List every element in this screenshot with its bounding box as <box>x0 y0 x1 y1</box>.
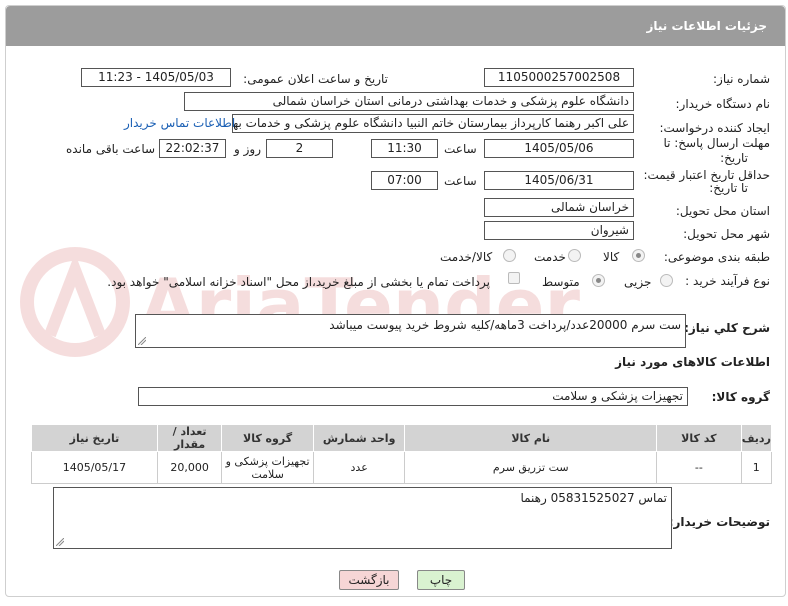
reply-deadline-label-2: تاریخ: <box>720 151 748 165</box>
panel-header: جزئیات اطلاعات نیاز <box>6 6 785 46</box>
process-radio-minor[interactable] <box>660 274 673 287</box>
category-option-goods-service: کالا/خدمت <box>440 250 493 264</box>
print-button[interactable]: چاپ <box>417 570 465 590</box>
resize-grip-icon[interactable] <box>56 538 64 546</box>
cell-group: تجهیزات پزشکی و سلامت <box>221 451 314 484</box>
price-time-label: ساعت <box>444 174 477 188</box>
days-label: روز و <box>234 142 261 156</box>
col-quantity: تعداد / مقدار <box>156 424 223 452</box>
days-remaining-field: 2 <box>266 139 333 158</box>
cell-quantity: 20,000 <box>156 451 223 484</box>
col-unit: واحد شمارش <box>312 424 406 452</box>
category-radio-service[interactable] <box>568 249 581 262</box>
treasury-payment-note: پرداخت تمام یا بخشی از مبلغ خرید،از محل … <box>107 275 490 289</box>
price-date-field: 1405/06/31 <box>484 171 634 190</box>
price-validity-label-2: تا تاریخ: <box>709 181 748 195</box>
goods-group-field: تجهیزات پزشکی و سلامت <box>138 387 688 406</box>
goods-table-header: ردیف کد کالا نام کالا واحد شمارش گروه کا… <box>31 424 773 452</box>
time-remaining-label: ساعت باقی مانده <box>66 142 156 156</box>
cell-name: ست تزریق سرم <box>404 451 658 484</box>
requester-field: علی اکبر رهنما کارپرداز بیمارستان خاتم ا… <box>232 114 634 133</box>
category-label: طبقه بندی موضوعی: <box>663 250 770 264</box>
category-radio-goods-service[interactable] <box>503 249 516 262</box>
province-label: استان محل تحویل: <box>675 204 770 218</box>
cell-unit: عدد <box>312 451 406 484</box>
resize-grip-icon[interactable] <box>138 337 146 345</box>
need-number-label: شماره نیاز: <box>713 72 770 86</box>
process-radio-medium[interactable] <box>592 274 605 287</box>
reply-time-field: 11:30 <box>371 139 438 158</box>
table-row: 1 -- ست تزریق سرم عدد تجهیزات پزشکی و سل… <box>31 451 773 484</box>
category-option-goods: کالا <box>603 250 620 264</box>
buyer-notes-text: تماس 05831525027 رهنما <box>520 491 667 505</box>
process-option-medium: متوسط <box>542 275 580 289</box>
announce-label: تاریخ و ساعت اعلان عمومی: <box>243 72 388 86</box>
need-number-field: 1105000257002508 <box>484 68 634 87</box>
treasury-payment-checkbox[interactable] <box>508 272 520 284</box>
buyer-org-label: نام دستگاه خریدار: <box>675 97 771 111</box>
city-field: شیروان <box>484 221 634 240</box>
process-label: نوع فرآیند خرید : <box>685 274 770 288</box>
goods-section-title: اطلاعات کالاهای مورد نیاز <box>615 355 770 369</box>
cell-code: -- <box>656 451 742 484</box>
cell-row: 1 <box>740 451 773 484</box>
col-code: کد کالا <box>656 424 742 452</box>
process-option-minor: جزیی <box>624 275 652 289</box>
buyer-org-field: دانشگاه علوم پزشکی و خدمات بهداشتی درمان… <box>184 92 634 111</box>
goods-table: ردیف کد کالا نام کالا واحد شمارش گروه کا… <box>31 424 773 484</box>
back-button[interactable]: بازگشت <box>339 570 399 590</box>
col-need-date: تاریخ نیاز <box>31 424 158 452</box>
price-validity-label: حداقل تاریخ اعتبار قیمت: <box>643 168 770 182</box>
page-title: جزئیات اطلاعات نیاز <box>646 19 767 33</box>
requester-label: ایجاد کننده درخواست: <box>659 121 770 135</box>
reply-date-field: 1405/05/06 <box>484 139 634 158</box>
buyer-contact-link[interactable]: اطلاعات تماس خریدار <box>124 116 235 130</box>
price-time-field: 07:00 <box>371 171 438 190</box>
buyer-notes-textarea: تماس 05831525027 رهنما <box>53 487 672 549</box>
col-row: ردیف <box>740 424 773 452</box>
description-label: شرح کلي نياز: <box>684 321 770 335</box>
time-remaining-field: 22:02:37 <box>159 139 226 158</box>
cell-need-date: 1405/05/17 <box>31 451 158 484</box>
goods-group-label: گروه کالا: <box>711 390 770 404</box>
description-textarea: ست سرم 20000عدد/پرداخت 3ماهه/کلیه شروط خ… <box>135 314 686 348</box>
col-name: نام کالا <box>404 424 658 452</box>
city-label: شهر محل تحویل: <box>683 227 770 241</box>
buyer-notes-label: توضیحات خریدار: <box>668 515 770 529</box>
reply-deadline-label: مهلت ارسال پاسخ: تا <box>663 136 770 150</box>
description-text: ست سرم 20000عدد/پرداخت 3ماهه/کلیه شروط خ… <box>329 318 681 332</box>
announce-field: 1405/05/03 - 11:23 <box>81 68 231 87</box>
col-group: گروه کالا <box>221 424 314 452</box>
province-field: خراسان شمالی <box>484 198 634 217</box>
category-radio-goods[interactable] <box>632 249 645 262</box>
reply-time-label: ساعت <box>444 142 477 156</box>
category-option-service: خدمت <box>534 250 566 264</box>
